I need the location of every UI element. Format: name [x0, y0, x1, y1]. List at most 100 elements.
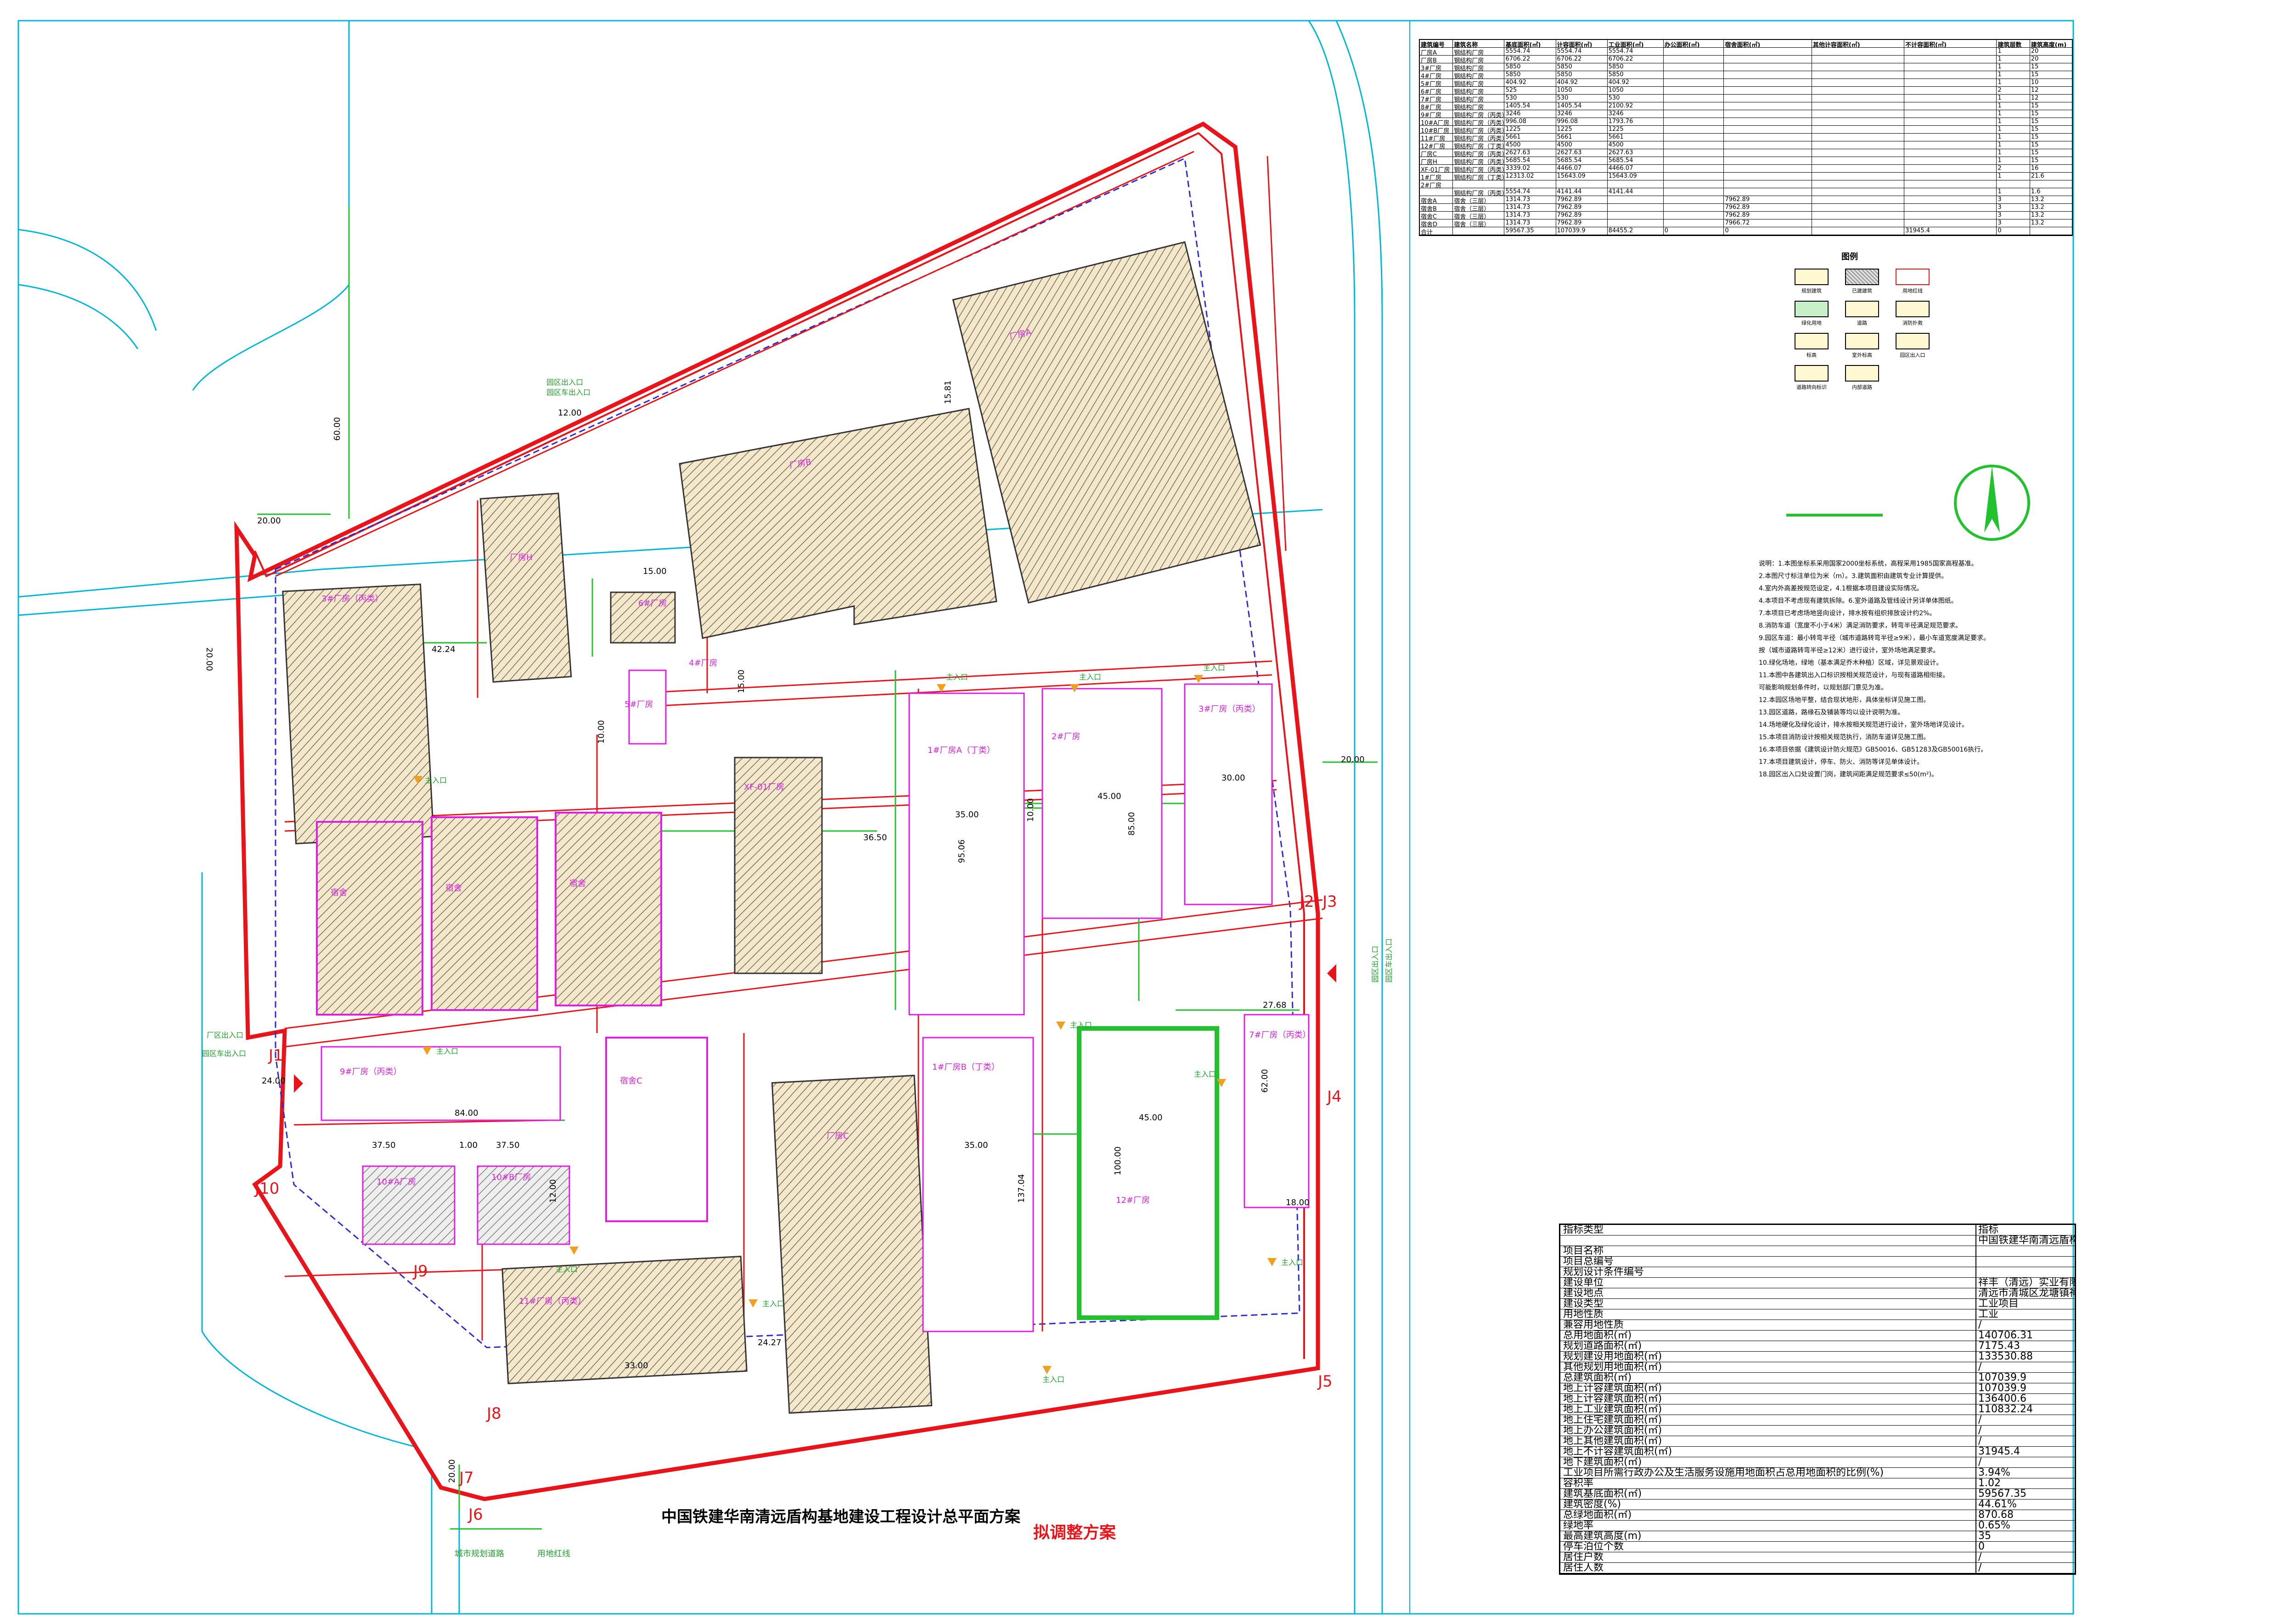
info-row: 地上工业建筑面积(㎡) 110832.24 — [1560, 1404, 2075, 1415]
north-arrow-icon — [1786, 465, 2030, 541]
point-j6: J6 — [467, 1505, 483, 1524]
dim-26: 27.68 — [1263, 1000, 1287, 1010]
btable-cell: 钢结构厂房（丁类） — [1453, 173, 1505, 180]
building-h — [479, 492, 572, 683]
info-row: 地上计容建筑面积(㎡) 107039.9 — [1560, 1383, 2075, 1394]
btable-header: 建筑编号 建筑名称 基底面积(㎡) 计容面积(㎡) 工业面积(㎡) 办公面积(㎡… — [1420, 40, 2072, 48]
info-value: 0.65% — [1978, 1521, 2010, 1531]
info-key: 地上办公建筑面积(㎡) — [1560, 1426, 1976, 1436]
btable-cell — [1812, 126, 1905, 133]
btable-cell — [1664, 212, 1724, 219]
btable-row: 宿舍A 宿舍（三层） 1314.73 7962.89 7962.89 3 13.2 — [1420, 196, 2072, 204]
btable-cell — [1664, 157, 1724, 164]
info-key: 地上计容建筑面积(㎡) — [1560, 1394, 1976, 1404]
legend-item: 用地红线 — [1887, 269, 1938, 294]
legend-label: 已建建筑 — [1852, 288, 1872, 294]
info-row: 建设地点清远市清城区龙塘镇禅兴工业城 — [1560, 1288, 2075, 1299]
info-key: 建筑密度(%) — [1560, 1499, 1976, 1510]
btable-cell: 1 — [1997, 79, 2030, 86]
legend-swatch — [1795, 333, 1829, 349]
btable-cell: 59567.35 — [1504, 227, 1556, 235]
btable-cell — [1664, 95, 1724, 102]
btable-cell: 钢结构厂房（丙类） — [1453, 110, 1505, 118]
info-row: 总建筑面积(㎡) 107039.9 — [1560, 1373, 2075, 1383]
btable-cell — [1812, 212, 1905, 219]
info-row: 建设类型 工业项目 — [1560, 1299, 2075, 1309]
btable-cell — [1724, 180, 1812, 188]
btable-cell — [1724, 71, 1812, 79]
btable-cell — [1724, 126, 1812, 133]
label-building-4: 4#厂房 — [689, 658, 718, 668]
btable-cell: 21.6 — [2031, 173, 2044, 180]
btable-cell: 530 — [1556, 95, 1608, 102]
info-key: 建设地点 — [1560, 1288, 1976, 1298]
legend-label: 内部道路 — [1852, 384, 1872, 390]
gate-right-2: 园区车出入口 — [1384, 938, 1393, 983]
dim-24: 35.00 — [964, 1140, 988, 1150]
dim-33: 20.00 — [447, 1459, 457, 1483]
legend-label: 标高 — [1806, 352, 1817, 358]
info-value: 7175.43 — [1978, 1341, 2020, 1351]
btable-cell: 525 — [1504, 87, 1556, 94]
btable-cell: 20 — [2031, 56, 2039, 62]
btable-cell: 1 — [1997, 149, 2030, 157]
gate-left-2: 园区车出入口 — [202, 1049, 246, 1058]
btable-cell — [1812, 180, 1905, 188]
note-line: 9.园区车道：最小转弯半径（城市道路转弯半径≥9米），最小车道宽度满足要求。 — [1759, 635, 1990, 642]
info-value: 3.94% — [1978, 1468, 2010, 1478]
btable-cell: 5554.74 — [1556, 48, 1608, 55]
label-building-1a: 1#厂房A（丁类） — [928, 746, 995, 755]
btable-cell: 7962.89 — [1724, 196, 1812, 203]
btable-cell: 11#厂房 — [1420, 134, 1453, 141]
btable-row: 8#厂房 钢结构厂房 1405.54 1405.54 2100.92 1 15 — [1420, 102, 2072, 110]
info-key: 用地性质 — [1560, 1309, 1976, 1320]
info-value: 136400.6 — [1978, 1394, 2026, 1404]
dim-27: 62.00 — [1260, 1069, 1270, 1093]
dim-23: 100.00 — [1113, 1146, 1123, 1175]
city-road-label: 城市规划道路 — [455, 1549, 504, 1559]
btable-cell: 5850 — [1556, 63, 1608, 71]
btable-cell: 2 — [1997, 87, 2030, 94]
entrance-8: 主入口 — [1267, 1258, 1303, 1267]
btable-cell: 13.2 — [2031, 204, 2044, 211]
btable-cell: 钢结构厂房（丙类） — [1453, 118, 1505, 125]
btable-cell — [1664, 149, 1724, 157]
btable-cell: 1 — [1997, 134, 2030, 141]
building-7 — [1244, 1014, 1310, 1208]
info-key: 居住户数 — [1560, 1552, 1976, 1562]
dim-12: 45.00 — [1097, 792, 1121, 801]
info-key: 其他规划用地面积(㎡) — [1560, 1362, 1976, 1372]
btable-cell — [1812, 196, 1905, 203]
btable-cell — [1724, 188, 1812, 196]
btable-cell: 5661 — [1608, 134, 1664, 141]
legend-swatch — [1845, 365, 1879, 382]
btable-cell: 1793.76 — [1608, 118, 1664, 125]
dim-19: 37.50 — [496, 1140, 520, 1150]
info-key: 规划道路面积(㎡) — [1560, 1341, 1976, 1351]
btable-cell: 15 — [2031, 110, 2039, 117]
btable-cell — [1904, 79, 1997, 86]
btable-cell: 996.08 — [1556, 118, 1608, 125]
btable-row: 6#厂房 钢结构厂房 525 1050 1050 2 12 — [1420, 87, 2072, 95]
info-value: / — [1978, 1362, 1982, 1372]
legend-item: 道路转向标识 — [1786, 365, 1837, 391]
btable-cell — [1664, 204, 1724, 211]
btable-cell — [1904, 71, 1997, 79]
btable-cell — [1904, 204, 1997, 211]
legend-swatch — [1896, 301, 1930, 317]
btable-cell: 1225 — [1504, 126, 1556, 133]
gate-top-2: 园区车出入口 — [546, 388, 591, 397]
btable-cell: 10 — [2031, 79, 2039, 86]
btable-cell: 厂房H — [1420, 157, 1453, 164]
info-row: 建筑密度(%) 44.61% — [1560, 1499, 2075, 1510]
btable-cell: 1050 — [1556, 87, 1608, 94]
info-row: 绿地率 0.65% — [1560, 1521, 2075, 1531]
btable-cell — [1724, 110, 1812, 118]
btable-cell: 宿舍（三层） — [1453, 219, 1505, 227]
btable-cell: 3246 — [1556, 110, 1608, 118]
btable-cell: 5850 — [1504, 71, 1556, 79]
btable-cell: 5554.74 — [1504, 188, 1556, 196]
label-dorm-c: 宿舍C — [620, 1076, 642, 1086]
btable-cell: 5661 — [1504, 134, 1556, 141]
point-j7: J7 — [458, 1469, 474, 1487]
